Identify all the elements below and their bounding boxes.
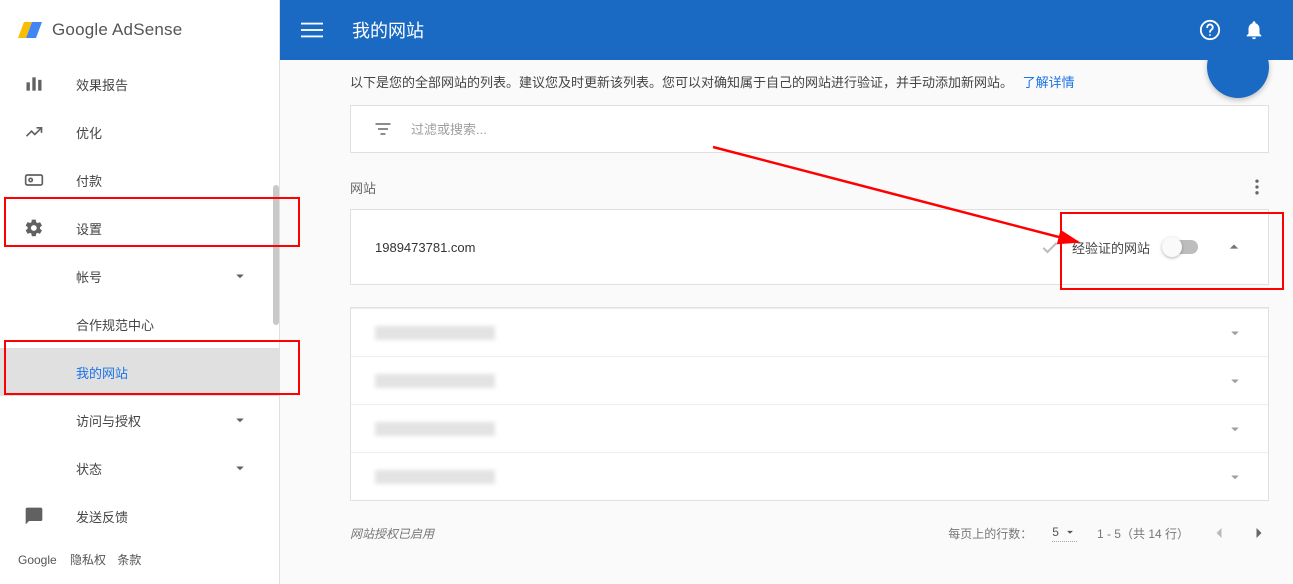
- page-size-value: 5: [1052, 525, 1059, 539]
- help-icon[interactable]: [1199, 19, 1221, 41]
- sidebar-item-my-sites[interactable]: 我的网站: [0, 348, 279, 396]
- payments-icon: [22, 168, 46, 192]
- sidebar-item-access[interactable]: 访问与授权: [0, 396, 279, 444]
- next-page-icon[interactable]: [1249, 523, 1269, 543]
- list-item[interactable]: [351, 308, 1268, 356]
- chevron-up-icon[interactable]: [1224, 237, 1244, 257]
- menu-icon[interactable]: [300, 18, 324, 42]
- reports-icon: [22, 72, 46, 96]
- more-menu-icon[interactable]: [1245, 175, 1269, 199]
- chevron-down-icon: [231, 411, 249, 429]
- caret-down-icon: [1063, 525, 1077, 539]
- sidebar-item-account[interactable]: 帐号: [0, 252, 279, 300]
- verified-toggle[interactable]: [1164, 240, 1198, 254]
- sidebar-item-settings[interactable]: 设置: [0, 204, 279, 252]
- feedback-icon: [22, 504, 46, 528]
- sidebar-list: 效果报告 优化 付款 设置 帐号 合作规范中心 我的网站 访问与授权 状态: [0, 60, 279, 540]
- blurred-domain: [375, 422, 495, 436]
- chevron-down-icon: [1226, 420, 1244, 438]
- check-icon: [1040, 237, 1060, 257]
- site-domain: 1989473781.com: [375, 240, 475, 255]
- chevron-down-icon: [1226, 468, 1244, 486]
- page-range: 1 - 5（共 14 行）: [1097, 525, 1189, 542]
- filter-icon: [373, 119, 393, 139]
- learn-more-link[interactable]: 了解详情: [1023, 75, 1075, 90]
- pager-row: 网站授权已启用 每页上的行数： 5 1 - 5（共 14 行）: [350, 523, 1269, 553]
- chevron-down-icon: [231, 267, 249, 285]
- description: 以下是您的全部网站的列表。建议您及时更新该列表。您可以对确知属于自己的网站进行验…: [350, 72, 1269, 91]
- topbar: 我的网站: [280, 0, 1293, 60]
- sidebar-label: 优化: [76, 123, 102, 142]
- sidebar-item-feedback[interactable]: 发送反馈: [0, 492, 279, 540]
- filter-search-card: [350, 105, 1269, 153]
- bell-icon[interactable]: [1243, 19, 1265, 41]
- sidebar-label: 访问与授权: [76, 411, 141, 430]
- search-input[interactable]: [411, 122, 1246, 137]
- main: 以下是您的全部网站的列表。建议您及时更新该列表。您可以对确知属于自己的网站进行验…: [280, 60, 1293, 584]
- sidebar-item-payments[interactable]: 付款: [0, 156, 279, 204]
- page-title: 我的网站: [352, 17, 424, 43]
- terms-link[interactable]: 条款: [117, 553, 141, 567]
- authorized-note: 网站授权已启用: [350, 525, 434, 542]
- sidebar-label: 效果报告: [76, 75, 128, 94]
- list-item[interactable]: [351, 452, 1268, 500]
- section-head: 网站: [350, 175, 1269, 199]
- sidebar-label: 发送反馈: [76, 507, 128, 526]
- sidebar-label: 合作规范中心: [76, 315, 154, 334]
- rows-per-page-label: 每页上的行数：: [948, 525, 1032, 542]
- chevron-down-icon: [231, 459, 249, 477]
- sidebar-label: 付款: [76, 171, 102, 190]
- sidebar-label: 帐号: [76, 267, 102, 286]
- trending-up-icon: [22, 120, 46, 144]
- blurred-domain: [375, 326, 495, 340]
- primary-site-card: 1989473781.com 经验证的网站: [350, 209, 1269, 285]
- sidebar-item-status[interactable]: 状态: [0, 444, 279, 492]
- sidebar-label: 设置: [76, 219, 102, 238]
- list-item[interactable]: [351, 404, 1268, 452]
- sidebar-item-reports[interactable]: 效果报告: [0, 60, 279, 108]
- page-size-select[interactable]: 5: [1052, 525, 1077, 542]
- sidebar: Google AdSense 效果报告 优化 付款 设置 帐号 合作规范中心 我…: [0, 0, 280, 584]
- gear-icon: [22, 216, 46, 240]
- logo: Google AdSense: [0, 0, 279, 60]
- sidebar-label: 我的网站: [76, 363, 128, 382]
- sidebar-label: 状态: [76, 459, 102, 478]
- footer-brand: Google: [18, 553, 57, 567]
- verified-label: 经验证的网站: [1072, 238, 1150, 257]
- privacy-link[interactable]: 隐私权: [70, 553, 106, 567]
- list-item[interactable]: [351, 356, 1268, 404]
- section-title: 网站: [350, 178, 376, 197]
- chevron-down-icon: [1226, 324, 1244, 342]
- adsense-logo-icon: [18, 18, 42, 42]
- logo-text: Google AdSense: [52, 20, 182, 40]
- description-text: 以下是您的全部网站的列表。建议您及时更新该列表。您可以对确知属于自己的网站进行验…: [350, 75, 1013, 90]
- sidebar-footer: Google 隐私权 条款: [18, 551, 149, 568]
- sidebar-item-policy[interactable]: 合作规范中心: [0, 300, 279, 348]
- chevron-down-icon: [1226, 372, 1244, 390]
- blurred-domain: [375, 470, 495, 484]
- sidebar-item-optimize[interactable]: 优化: [0, 108, 279, 156]
- blurred-domain: [375, 374, 495, 388]
- prev-page-icon[interactable]: [1209, 523, 1229, 543]
- site-list-card: [350, 307, 1269, 501]
- site-row-expanded[interactable]: 1989473781.com 经验证的网站: [351, 210, 1268, 284]
- sidebar-scrollbar[interactable]: [273, 185, 279, 325]
